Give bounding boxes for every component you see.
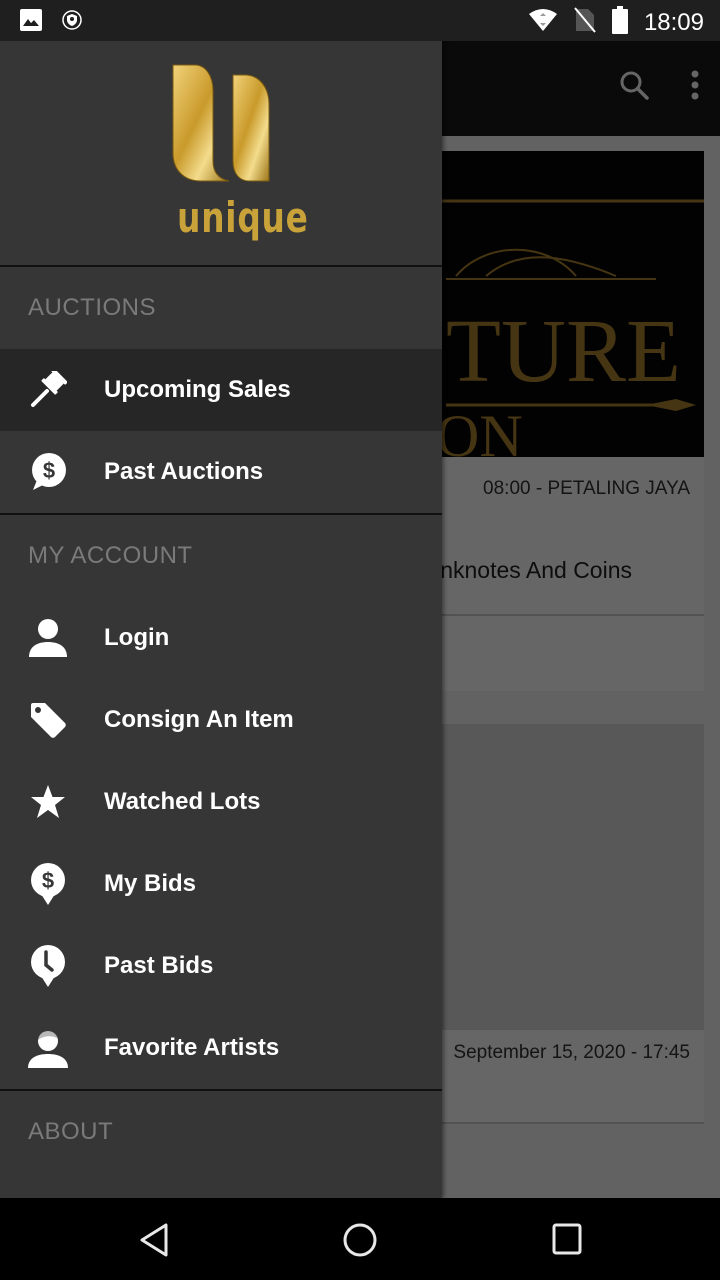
svg-text:$: $ bbox=[43, 458, 55, 483]
nav-item-watched-lots[interactable]: Watched Lots bbox=[0, 761, 442, 843]
nav-item-label: My Bids bbox=[104, 870, 197, 897]
nav-item-past-auctions[interactable]: $ Past Auctions bbox=[0, 431, 442, 513]
screen: 18:09 TURE bbox=[0, 0, 720, 1280]
dollar-pin-icon: $ bbox=[0, 862, 104, 906]
nav-item-label: Watched Lots bbox=[104, 788, 261, 815]
vpn-shield-icon bbox=[62, 10, 82, 35]
section-header-my-account: MY ACCOUNT bbox=[28, 542, 193, 569]
nav-item-label: Login bbox=[104, 624, 170, 651]
status-time: 18:09 bbox=[643, 8, 704, 36]
nav-item-label: Upcoming Sales bbox=[104, 376, 291, 403]
no-sim-icon bbox=[574, 7, 596, 38]
section-header-about: ABOUT bbox=[28, 1118, 114, 1145]
wifi-icon bbox=[528, 8, 558, 37]
about-item-partial[interactable] bbox=[0, 1173, 442, 1198]
nav-item-my-bids[interactable]: $ My Bids bbox=[0, 843, 442, 925]
back-icon[interactable] bbox=[138, 1222, 170, 1263]
battery-icon bbox=[611, 6, 628, 39]
nav-item-login[interactable]: Login bbox=[0, 597, 442, 679]
nav-item-upcoming-sales[interactable]: Upcoming Sales bbox=[0, 349, 442, 431]
star-icon bbox=[0, 784, 104, 820]
system-nav-bar bbox=[0, 1198, 720, 1280]
nav-item-consign-an-item[interactable]: Consign An Item bbox=[0, 679, 442, 761]
person-icon bbox=[0, 618, 104, 658]
section-header-auctions: AUCTIONS bbox=[28, 294, 157, 321]
artist-icon bbox=[0, 1027, 104, 1069]
clock-pin-icon bbox=[0, 944, 104, 988]
home-icon[interactable] bbox=[342, 1222, 378, 1263]
nav-item-label: Favorite Artists bbox=[104, 1034, 280, 1061]
image-notification-icon bbox=[20, 9, 42, 36]
svg-text:$: $ bbox=[42, 868, 54, 893]
nav-item-favorite-artists[interactable]: Favorite Artists bbox=[0, 1007, 442, 1089]
tag-icon bbox=[0, 701, 104, 739]
status-bar: 18:09 bbox=[0, 0, 720, 41]
navigation-drawer: unique AUCTIONS Upcoming Sales $ Past Au… bbox=[0, 41, 442, 1198]
recents-icon[interactable] bbox=[551, 1222, 583, 1261]
nav-item-label: Consign An Item bbox=[104, 706, 294, 733]
nav-item-label: Past Bids bbox=[104, 952, 214, 979]
nav-item-label: Past Auctions bbox=[104, 458, 264, 485]
dollar-chat-icon: $ bbox=[0, 452, 104, 492]
nav-item-past-bids[interactable]: Past Bids bbox=[0, 925, 442, 1007]
drawer-header: unique bbox=[0, 41, 442, 267]
brand-name: unique bbox=[177, 193, 309, 242]
unique-logo: unique bbox=[165, 61, 309, 251]
gavel-icon bbox=[0, 371, 104, 409]
